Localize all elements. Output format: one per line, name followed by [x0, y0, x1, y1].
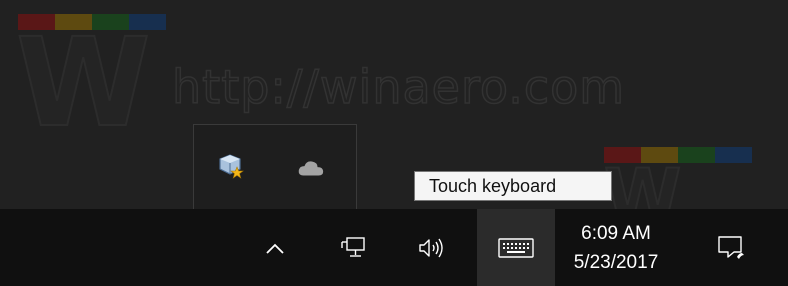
onedrive-cloud-icon[interactable]	[297, 154, 325, 182]
volume-icon	[419, 238, 443, 257]
touch-keyboard-icon	[498, 237, 534, 258]
watermark-url: http://winaero.com	[171, 60, 626, 114]
network-button[interactable]	[331, 209, 375, 286]
touch-keyboard-tooltip: Touch keyboard	[414, 171, 612, 201]
watermark-logo-letter: W	[15, 12, 152, 154]
taskbar: 6:09 AM 5/23/2017	[0, 209, 788, 286]
clock-date: 5/23/2017	[573, 251, 659, 273]
virtualbox-icon[interactable]	[217, 152, 245, 180]
show-hidden-icons-button[interactable]	[253, 209, 297, 286]
touch-keyboard-button[interactable]	[477, 209, 555, 286]
network-icon	[341, 236, 365, 257]
desktop: W http://winaero.com W	[0, 0, 788, 231]
chevron-up-icon	[266, 243, 284, 254]
action-center-icon	[718, 235, 744, 259]
notification-overflow-flyout	[193, 124, 357, 210]
clock-button[interactable]: 6:09 AM 5/23/2017	[561, 209, 671, 286]
clock-time: 6:09 AM	[581, 222, 651, 244]
action-center-button[interactable]	[706, 209, 756, 286]
volume-button[interactable]	[409, 209, 453, 286]
